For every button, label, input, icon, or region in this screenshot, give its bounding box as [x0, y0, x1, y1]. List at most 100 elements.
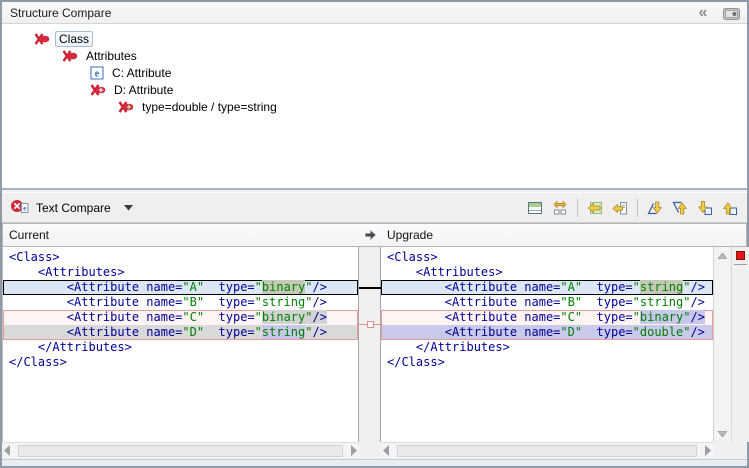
scroll-up-button[interactable] — [714, 247, 731, 264]
code-line[interactable]: </Class> — [381, 355, 713, 370]
code-line[interactable]: </Class> — [3, 355, 358, 370]
next-change-icon[interactable] — [694, 197, 716, 219]
tree-item[interactable]: Class — [2, 30, 747, 47]
scroll-left-icon[interactable] — [383, 445, 390, 456]
tree-item[interactable]: type=double / type=string — [2, 98, 747, 115]
code-line[interactable]: <Class> — [381, 250, 713, 265]
scrollbar-thumb[interactable] — [397, 445, 697, 457]
triangle-up-icon — [718, 253, 727, 259]
code-segment: string — [640, 280, 683, 294]
code-segment — [204, 325, 218, 339]
left-horizontal-scrollbar[interactable] — [2, 442, 359, 458]
code-segment: /> — [690, 310, 704, 324]
merge-direction-arrow-icon — [358, 223, 382, 247]
code-segment: " — [255, 310, 262, 324]
code-segment: <Attribute name= — [445, 295, 561, 309]
toolbar-separator — [577, 199, 578, 217]
code-segment: <Attribute name= — [67, 280, 183, 294]
scrollbar-thumb[interactable] — [18, 445, 343, 457]
swap-panes-icon[interactable] — [549, 197, 571, 219]
code-segment: "C" — [560, 310, 582, 324]
code-segment: <Attribute name= — [445, 280, 561, 294]
code-line[interactable]: <Attribute name="D" type="double"/> — [381, 325, 713, 340]
vertical-scrollbar[interactable] — [713, 247, 730, 442]
code-segment — [387, 310, 445, 324]
code-line[interactable]: <Attributes> — [3, 265, 358, 280]
tree-item-label: D: Attribute — [111, 83, 176, 97]
code-segment: /> — [312, 295, 326, 309]
right-pane-header: Upgrade — [381, 223, 747, 247]
right-code-pane[interactable]: <Class> <Attributes> <Attribute name="A"… — [381, 247, 713, 442]
code-line[interactable]: </Attributes> — [381, 340, 713, 355]
code-segment: type= — [597, 325, 633, 339]
code-segment — [204, 280, 218, 294]
code-line[interactable]: <Attribute name="C" type="binary"/> — [381, 310, 713, 325]
previous-change-icon[interactable] — [719, 197, 741, 219]
code-segment: binary — [640, 310, 683, 324]
right-horizontal-scrollbar[interactable] — [381, 442, 713, 458]
code-segment: " — [255, 280, 262, 294]
code-line[interactable]: <Attribute name="C" type="binary"/> — [3, 310, 358, 325]
pane-column-headers: Current Upgrade — [2, 223, 747, 247]
scroll-down-button[interactable] — [714, 425, 731, 442]
code-segment: <Class> — [387, 250, 438, 264]
code-segment: /> — [312, 310, 326, 324]
viewer-layout-icon[interactable] — [524, 197, 546, 219]
diff-connector-gutter — [358, 247, 381, 442]
tree-item[interactable]: eC: Attribute — [2, 64, 747, 81]
previous-difference-icon[interactable] — [669, 197, 691, 219]
structure-compare-title: Structure Compare — [10, 2, 111, 24]
tree-item-label: type=double / type=string — [139, 100, 280, 114]
code-segment: type= — [597, 295, 633, 309]
tree-item[interactable]: Attributes — [2, 47, 747, 64]
code-segment: "B" — [560, 295, 582, 309]
code-segment: "string" — [255, 295, 313, 309]
scroll-right-icon[interactable] — [704, 445, 711, 456]
code-segment — [204, 295, 218, 309]
toolbar-separator — [637, 199, 638, 217]
code-segment: type= — [219, 280, 255, 294]
code-segment: type= — [597, 280, 633, 294]
code-line[interactable]: <Class> — [3, 250, 358, 265]
code-line[interactable]: <Attribute name="B" type="string"/> — [381, 295, 713, 310]
text-compare-content: <Class> <Attributes> <Attribute name="A"… — [2, 247, 747, 442]
copy-all-right-to-left-icon[interactable] — [584, 197, 606, 219]
code-line[interactable]: </Attributes> — [3, 340, 358, 355]
camera-icon[interactable] — [721, 4, 741, 22]
next-difference-icon[interactable] — [644, 197, 666, 219]
scroll-right-icon[interactable] — [350, 445, 357, 456]
code-segment: "string" — [633, 295, 691, 309]
code-line[interactable]: <Attribute name="B" type="string"/> — [3, 295, 358, 310]
change-x-plus-green-icon — [118, 100, 134, 114]
code-segment: /> — [312, 325, 326, 339]
dropdown-arrow-icon[interactable] — [124, 205, 133, 211]
code-segment: </Class> — [387, 355, 445, 369]
code-segment: "D" — [182, 325, 204, 339]
structure-compare-header-buttons: « — [693, 2, 741, 24]
code-segment: </Class> — [9, 355, 67, 369]
text-compare-title: Text Compare — [36, 201, 111, 215]
copy-current-right-to-left-icon[interactable] — [609, 197, 631, 219]
compare-editor-icon: e — [10, 198, 29, 217]
text-compare-toolbar — [524, 197, 747, 219]
tree-item-label: C: Attribute — [109, 66, 174, 80]
code-segment: <Attribute name= — [67, 310, 183, 324]
code-line[interactable]: <Attribute name="A" type="string"/> — [381, 280, 713, 295]
code-segment: type= — [597, 310, 633, 324]
code-line[interactable]: <Attribute name="A" type="binary"/> — [3, 280, 358, 295]
code-line[interactable]: <Attribute name="D" type="string"/> — [3, 325, 358, 340]
change-diff-handle[interactable] — [367, 321, 374, 328]
overview-ruler[interactable] — [731, 247, 749, 442]
code-line[interactable]: <Attributes> — [381, 265, 713, 280]
code-segment: type= — [219, 310, 255, 324]
scroll-left-icon[interactable] — [4, 445, 11, 456]
code-segment: binary — [262, 280, 305, 294]
tree-item[interactable]: D: Attribute — [2, 81, 747, 98]
code-segment — [387, 340, 416, 354]
left-code-pane[interactable]: <Class> <Attributes> <Attribute name="A"… — [2, 247, 358, 442]
code-segment — [9, 265, 38, 279]
structure-compare-header: Structure Compare « — [2, 2, 747, 24]
collapse-double-chevron-icon[interactable]: « — [693, 4, 713, 22]
code-segment — [387, 325, 445, 339]
diff-overview-marker[interactable] — [736, 251, 745, 260]
